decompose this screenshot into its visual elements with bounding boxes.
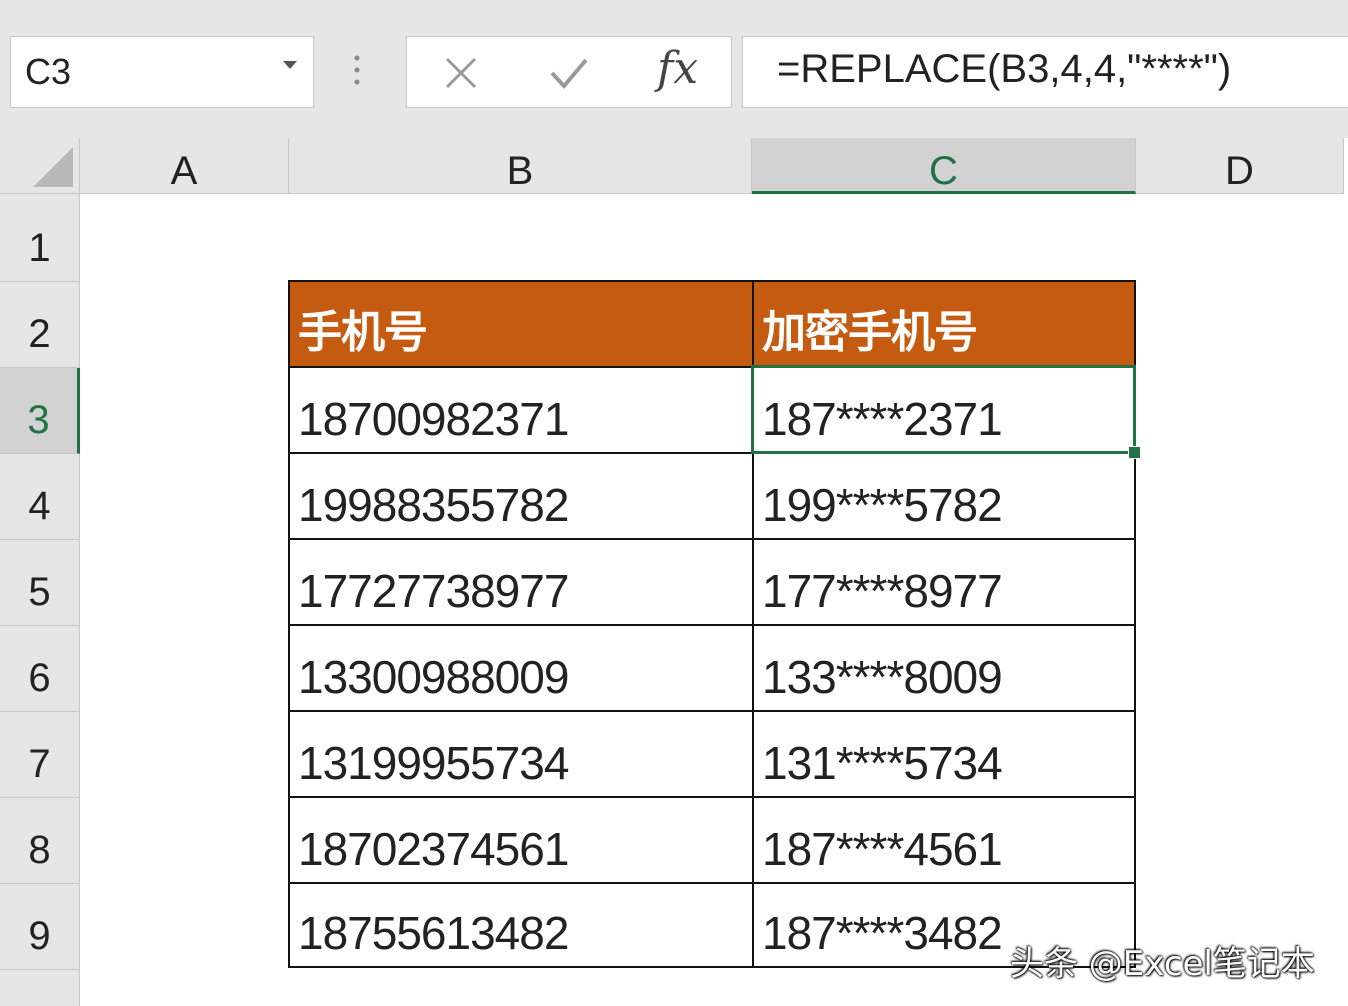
row-header-7[interactable]: 7 [0, 712, 80, 798]
name-box[interactable]: C3 [10, 36, 314, 108]
table-cell[interactable]: 131****5734 [754, 712, 1134, 798]
select-all-corner[interactable] [0, 138, 80, 194]
table-cell[interactable]: 17727738977 [290, 540, 754, 626]
cancel-icon[interactable] [443, 55, 479, 91]
table-cell[interactable]: 18700982371 [290, 368, 754, 454]
row-header-4[interactable]: 4 [0, 454, 80, 540]
row-header-1[interactable]: 1 [0, 194, 80, 282]
formula-controls: fx [406, 36, 732, 108]
row-header-8[interactable]: 8 [0, 798, 80, 884]
name-box-value: C3 [25, 51, 72, 92]
column-header-d[interactable]: D [1136, 138, 1344, 194]
table-cell[interactable]: 187****4561 [754, 798, 1134, 884]
chevron-down-icon[interactable] [283, 61, 297, 69]
header-cell-masked-phone[interactable]: 加密手机号 [754, 282, 1134, 368]
formula-bar: C3 fx =REPLACE(B3,4,4,"****") [0, 0, 1348, 138]
table-cell[interactable]: 199****5782 [754, 454, 1134, 540]
row-header-3[interactable]: 3 [0, 368, 80, 454]
table-cell[interactable]: 18702374561 [290, 798, 754, 884]
row-header-9[interactable]: 9 [0, 884, 80, 970]
column-header-b[interactable]: B [289, 138, 752, 194]
formula-text: =REPLACE(B3,4,4,"****") [777, 47, 1232, 91]
watermark: 头条 @Excel笔记本 [1010, 944, 1315, 984]
phone-table: 手机号 加密手机号 18700982371 187****2371 199883… [288, 280, 1136, 968]
fx-icon[interactable]: fx [657, 43, 698, 94]
table-cell[interactable]: 19988355782 [290, 454, 754, 540]
table-cell[interactable]: 13300988009 [290, 626, 754, 712]
fill-handle[interactable] [1128, 446, 1141, 459]
check-icon[interactable] [549, 55, 589, 91]
row-header-10[interactable] [0, 970, 80, 1006]
table-cell[interactable]: 13199955734 [290, 712, 754, 798]
table-cell[interactable]: 187****2371 [754, 368, 1134, 454]
table-cell[interactable]: 133****8009 [754, 626, 1134, 712]
column-header-a[interactable]: A [80, 138, 289, 194]
table-cell[interactable]: 177****8977 [754, 540, 1134, 626]
vertical-dots-icon[interactable] [352, 54, 362, 90]
row-header-2[interactable]: 2 [0, 282, 80, 368]
row-header-5[interactable]: 5 [0, 540, 80, 626]
table-cell[interactable]: 18755613482 [290, 884, 754, 966]
header-cell-phone[interactable]: 手机号 [290, 282, 754, 368]
column-header-c[interactable]: C [752, 138, 1136, 194]
formula-input[interactable]: =REPLACE(B3,4,4,"****") [742, 36, 1348, 108]
row-header-6[interactable]: 6 [0, 626, 80, 712]
select-all-icon [33, 147, 73, 187]
